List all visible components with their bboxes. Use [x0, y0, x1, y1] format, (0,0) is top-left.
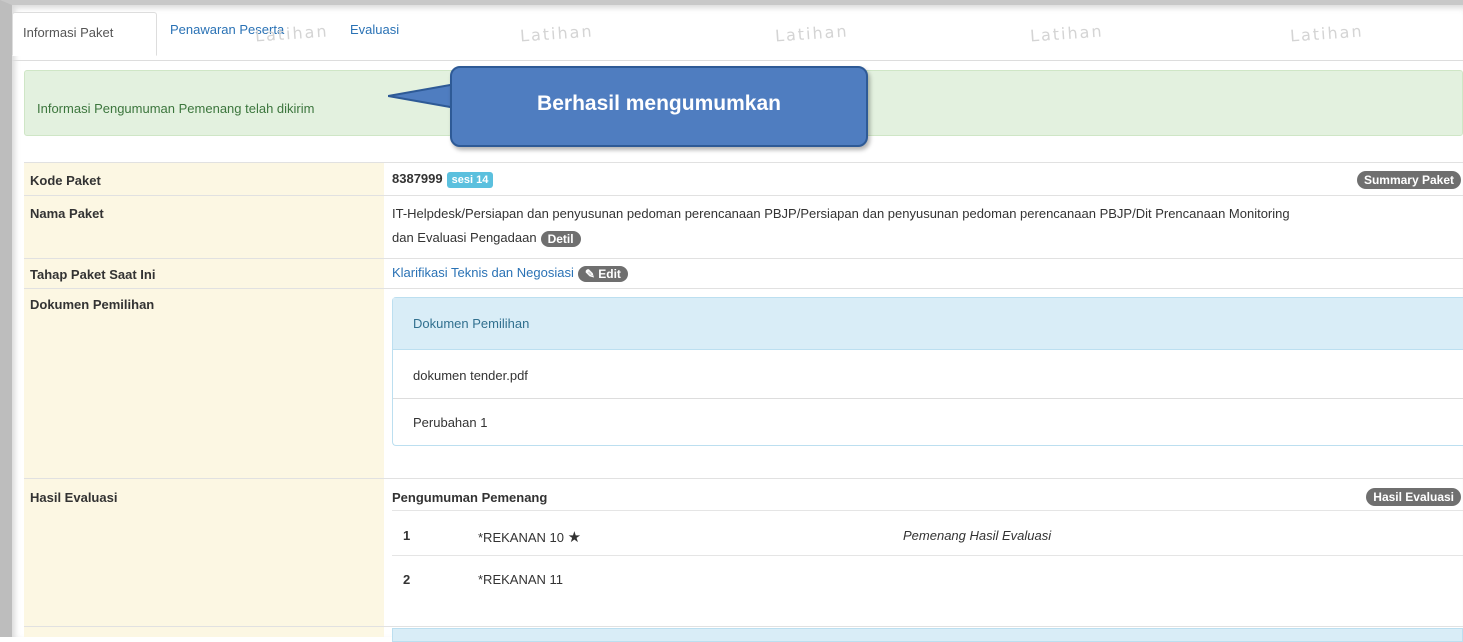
callout-text: Berhasil mengumumkan: [537, 92, 781, 115]
edit-button[interactable]: ✎ Edit: [577, 265, 628, 282]
nama-paket-line1: IT-Helpdesk/Persiapan dan penyusunan ped…: [392, 206, 1290, 221]
tab-evaluasi[interactable]: Evaluasi: [340, 10, 409, 55]
row-divider: [24, 288, 1463, 289]
tahap-paket-value: Klarifikasi Teknis dan Negosiasi ✎ Edit: [392, 265, 628, 282]
kode-paket-label: Kode Paket: [30, 173, 101, 188]
edit-icon: ✎: [584, 266, 599, 281]
dokumen-pemilihan-label: Dokumen Pemilihan: [30, 297, 155, 312]
result-name: *REKANAN 11: [478, 572, 564, 587]
detil-button[interactable]: Detil: [540, 230, 581, 247]
nama-paket-line2: dan Evaluasi Pengadaan: [392, 230, 537, 245]
nama-paket-label: Nama Paket: [30, 206, 104, 221]
result-note: Pemenang Hasil Evaluasi: [903, 528, 1052, 543]
kode-paket-value: 8387999 sesi 14: [392, 171, 494, 188]
tab-informasi-paket[interactable]: Informasi Paket: [12, 12, 157, 56]
tahap-paket-link[interactable]: Klarifikasi Teknis dan Negosiasi: [392, 265, 574, 280]
callout-pointer: [388, 82, 457, 110]
dokumen-panel-title: Dokumen Pemilihan: [413, 316, 530, 331]
dokumen-panel-header: Dokumen Pemilihan: [393, 298, 1463, 350]
result-rank: 2: [403, 572, 411, 587]
hasil-evaluasi-label: Hasil Evaluasi: [30, 490, 118, 505]
perubahan-item[interactable]: Perubahan 1: [413, 415, 487, 430]
hasil-evaluasi-button[interactable]: Hasil Evaluasi: [1366, 488, 1461, 506]
kode-paket-number: 8387999: [392, 171, 443, 186]
annotation-callout: Berhasil mengumumkan: [450, 66, 868, 147]
row-divider: [24, 258, 1463, 259]
panel-divider: [393, 398, 1463, 399]
result-divider: [392, 555, 1463, 556]
sesi-badge: sesi 14: [446, 172, 494, 188]
dokumen-file-item[interactable]: dokumen tender.pdf: [413, 368, 528, 383]
summary-paket-button[interactable]: Summary Paket: [1356, 171, 1461, 189]
edit-button-label: Edit: [598, 266, 621, 281]
result-rank: 1: [403, 528, 411, 543]
result-divider: [392, 510, 1463, 511]
result-name-wrap: *REKANAN 10 ★: [478, 528, 581, 546]
pengumuman-pemenang-title: Pengumuman Pemenang: [392, 490, 548, 505]
tahap-paket-label: Tahap Paket Saat Ini: [30, 267, 156, 282]
nama-paket-line2-wrap: dan Evaluasi Pengadaan Detil: [392, 230, 581, 247]
alert-message: Informasi Pengumuman Pemenang telah diki…: [37, 101, 315, 116]
row-divider: [24, 195, 1463, 196]
result-name: *REKANAN 10: [478, 530, 564, 545]
dokumen-panel: Dokumen Pemilihan dokumen tender.pdf Per…: [392, 297, 1463, 446]
row-divider: [24, 478, 1463, 479]
row-divider: [24, 162, 1463, 163]
label-column: [24, 162, 384, 637]
next-panel-edge: [392, 628, 1463, 642]
row-divider: [24, 626, 1463, 627]
star-icon: ★: [567, 529, 582, 546]
